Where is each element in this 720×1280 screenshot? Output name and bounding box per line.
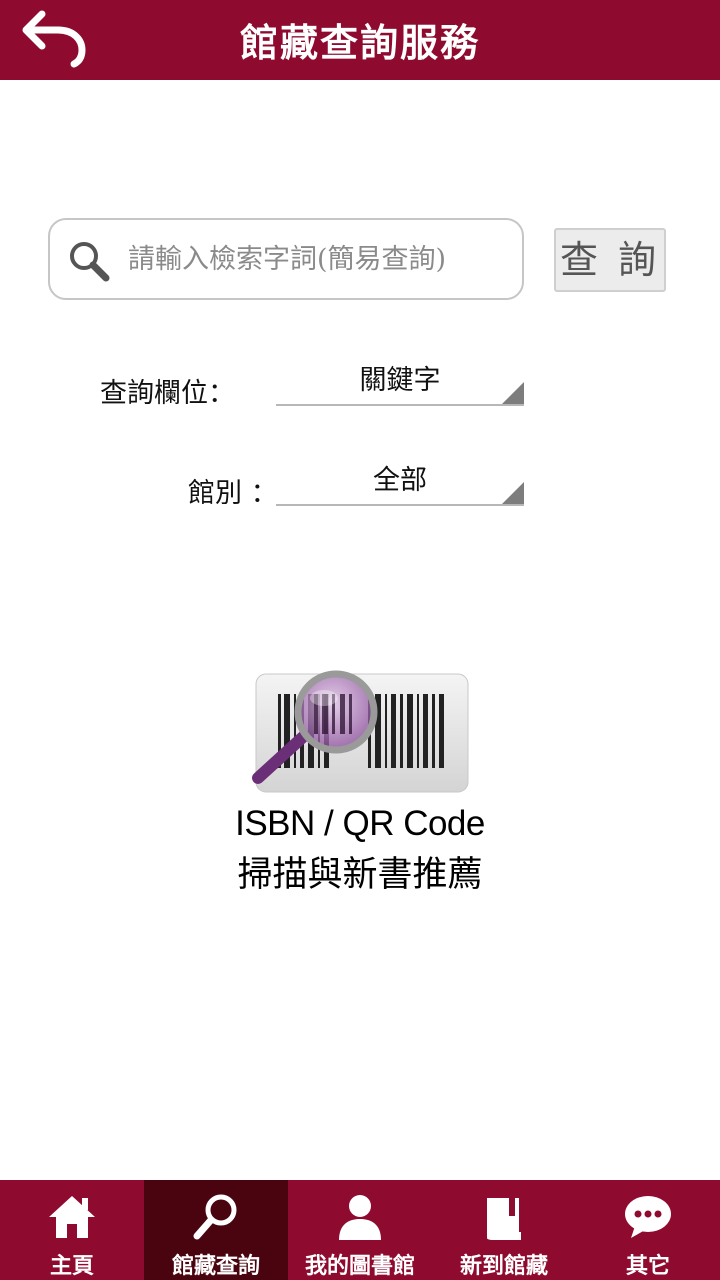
library-dropdown-value: 全部 [373, 465, 427, 496]
library-label: 館別 ： [188, 478, 278, 509]
tab-collection-search-label: 館藏查詢 [171, 1254, 260, 1279]
back-button[interactable] [20, 6, 92, 70]
isbn-qr-scan-button[interactable]: ISBN / QR Code 掃描與新書推薦 [218, 670, 508, 900]
page-title: 館藏查詢服務 [239, 20, 480, 65]
tab-new-arrivals-label: 新到館藏 [459, 1254, 548, 1279]
search-icon [193, 1194, 237, 1240]
field-label: 查詢欄位： [100, 378, 235, 409]
barcode-scan-icon [252, 670, 469, 793]
scan-title: ISBN / QR Code [235, 804, 485, 843]
header-bar: 館藏查詢服務 [0, 0, 720, 80]
chat-bubble-icon [625, 1196, 671, 1238]
tab-others[interactable]: 其它 [576, 1180, 720, 1280]
search-box [48, 218, 524, 300]
tab-new-arrivals[interactable]: 新到館藏 [432, 1180, 576, 1280]
field-dropdown[interactable]: 關鍵字 [276, 362, 524, 406]
library-dropdown[interactable]: 全部 [276, 462, 524, 506]
bottom-tab-bar: 主頁 館藏查詢 我的圖書館 新到館藏 其它 [0, 1180, 720, 1280]
home-icon [49, 1196, 95, 1238]
search-input[interactable] [128, 230, 508, 288]
query-button[interactable]: 查 詢 [554, 228, 666, 292]
tab-collection-search[interactable]: 館藏查詢 [144, 1180, 288, 1280]
book-icon [487, 1198, 521, 1240]
tab-my-library[interactable]: 我的圖書館 [288, 1180, 432, 1280]
scan-subtitle: 掃描與新書推薦 [237, 855, 483, 894]
tab-home-label: 主頁 [49, 1254, 94, 1279]
tab-my-library-label: 我的圖書館 [304, 1254, 415, 1279]
dropdown-corner-arrow-icon [502, 482, 524, 504]
search-icon [70, 242, 110, 282]
back-arrow-icon [22, 10, 86, 68]
dropdown-corner-arrow-icon [502, 382, 524, 404]
tab-others-label: 其它 [625, 1254, 670, 1279]
tab-home[interactable]: 主頁 [0, 1180, 144, 1280]
field-dropdown-value: 關鍵字 [359, 365, 441, 396]
user-icon [339, 1195, 381, 1240]
